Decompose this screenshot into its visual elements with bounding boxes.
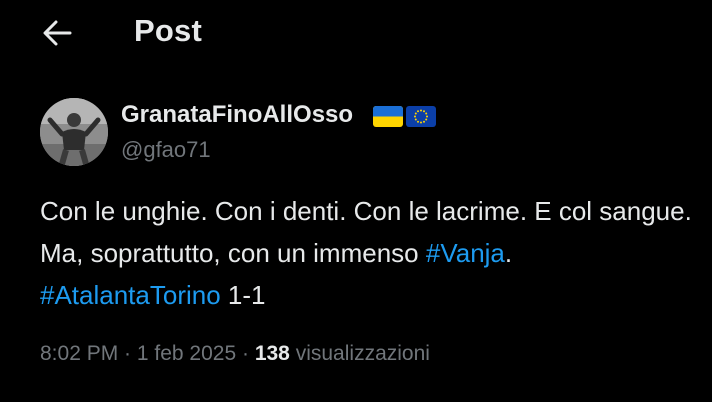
author-display-name[interactable]: GranataFinoAllOsso xyxy=(121,101,353,129)
eu-flag-icon xyxy=(406,106,436,127)
tweet-line-3: #AtalantaTorino 1-1 xyxy=(40,274,712,316)
tweet-meta: 8:02 PM · 1 feb 2025 · 138 visualizzazio… xyxy=(40,342,430,366)
tweet-time[interactable]: 8:02 PM xyxy=(40,342,118,365)
avatar[interactable] xyxy=(40,98,108,166)
views-label: visualizzazioni xyxy=(289,342,430,365)
meta-separator: · xyxy=(236,342,255,365)
post-header: Post xyxy=(0,0,712,70)
back-button[interactable] xyxy=(40,18,74,48)
hashtag-atalantatorino[interactable]: #AtalantaTorino xyxy=(40,280,221,310)
tweet-line-3-end: 1-1 xyxy=(220,280,266,310)
tweet-line-1: Con le unghie. Con i denti. Con le lacri… xyxy=(40,196,692,226)
author-block: GranataFinoAllOsso @gfao71 xyxy=(40,98,700,168)
views-count: 138 xyxy=(254,342,290,365)
arrow-left-icon xyxy=(43,20,72,46)
page-title: Post xyxy=(134,13,202,48)
ukraine-flag-icon xyxy=(373,106,403,127)
flag-badges xyxy=(373,106,436,127)
tweet-date[interactable]: 1 feb 2025 xyxy=(137,342,236,365)
tweet-line-2-text: Ma, soprattutto, con un immenso xyxy=(40,238,426,268)
tweet-line-2-end: . xyxy=(504,238,513,268)
avatar-photo xyxy=(40,98,108,166)
author-handle[interactable]: @gfao71 xyxy=(121,137,211,163)
tweet-line-2: Ma, soprattutto, con un immenso #Vanja. xyxy=(40,232,712,274)
meta-separator: · xyxy=(118,342,137,365)
hashtag-vanja[interactable]: #Vanja xyxy=(426,238,505,268)
tweet-text: Con le unghie. Con i denti. Con le lacri… xyxy=(40,190,712,316)
